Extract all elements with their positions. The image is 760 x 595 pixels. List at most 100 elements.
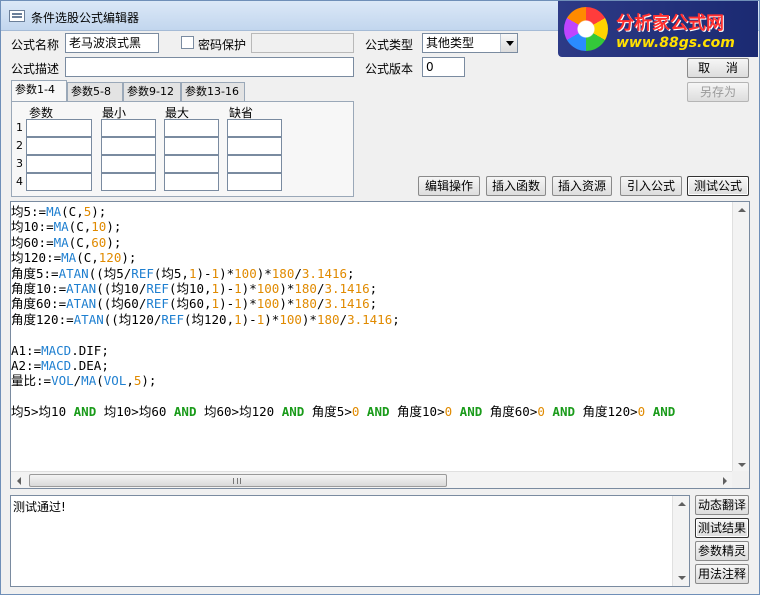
formula-name-input[interactable]: 老马波浪式黑 <box>65 33 159 53</box>
param-3-default-input[interactable] <box>227 155 282 173</box>
param-4-name-input[interactable] <box>26 173 92 191</box>
code-token: 3.1416 <box>347 311 393 327</box>
code-token: 100 <box>256 280 280 296</box>
window-title: 条件选股公式编辑器 <box>31 11 140 25</box>
code-line[interactable]: 均5>均10 AND 均10>均60 AND 均60>均120 AND 角度5>… <box>11 404 733 419</box>
chevron-down-icon[interactable] <box>500 34 517 52</box>
dynamic-translate-button[interactable]: 动态翻译 <box>695 495 749 515</box>
save-as-button[interactable]: 另存为 <box>687 82 749 102</box>
code-token: A1:= <box>11 342 42 358</box>
cancel-button[interactable]: 取 消 <box>687 58 749 78</box>
code-line[interactable]: A1:=MACD.DIF; <box>11 343 733 358</box>
code-line[interactable]: 角度120:=ATAN((均120/REF(均120,1)-1)*100)*18… <box>11 312 733 327</box>
param-2-max-input[interactable] <box>164 137 219 155</box>
code-token: ((均120/ <box>103 311 162 327</box>
code-line[interactable]: 量比:=VOL/MA(VOL,5); <box>11 373 733 388</box>
code-token: 3.1416 <box>324 296 370 312</box>
code-token: REF <box>146 296 169 312</box>
code-token: ); <box>141 373 157 389</box>
code-content[interactable]: 均5:=MA(C,5); 均10:=MA(C,10); 均60:=MA(C,60);… <box>11 204 733 470</box>
code-token: (均10, <box>168 280 212 296</box>
param-wizard-button[interactable]: 参数精灵 <box>695 541 749 561</box>
code-line[interactable]: 角度60:=ATAN((均60/REF(均60,1)-1)*100)*180/3… <box>11 296 733 311</box>
test-output-text: 测试通过! <box>13 500 66 514</box>
formula-type-value: 其他类型 <box>426 36 475 50</box>
usage-notes-button[interactable]: 用法注释 <box>695 564 749 584</box>
insert-function-button[interactable]: 插入函数 <box>486 176 546 196</box>
scroll-up-icon[interactable] <box>673 496 690 513</box>
code-line[interactable] <box>11 327 733 342</box>
param-3-min-input[interactable] <box>101 155 156 173</box>
formula-editor-window: 条件选股公式编辑器 分析家公式网 www.88gs.com 公式名称 老马波浪式… <box>0 0 760 595</box>
param-3-name-input[interactable] <box>26 155 92 173</box>
scroll-left-icon[interactable] <box>11 472 28 488</box>
param-1-name-input[interactable] <box>26 119 92 137</box>
code-token: 0 <box>537 404 545 420</box>
code-token: )- <box>219 280 235 296</box>
code-token: ATAN <box>58 265 89 281</box>
horizontal-scroll-thumb[interactable] <box>29 474 447 487</box>
import-formula-button[interactable]: 引入公式 <box>620 176 682 196</box>
password-input[interactable] <box>251 33 354 53</box>
param-3-max-input[interactable] <box>164 155 219 173</box>
code-token: AND <box>645 404 676 420</box>
code-token: )* <box>301 311 317 327</box>
code-token: )* <box>241 280 257 296</box>
code-token: 均60>均120 <box>196 404 282 420</box>
tab-params-9-12[interactable]: 参数9-12 <box>123 82 181 101</box>
code-line[interactable]: 均60:=MA(C,60); <box>11 235 733 250</box>
code-token: MACD <box>41 357 72 373</box>
code-line[interactable]: 均120:=MA(C,120); <box>11 250 733 265</box>
param-4-min-input[interactable] <box>101 173 156 191</box>
code-token: MA <box>81 373 97 389</box>
tab-params-5-8[interactable]: 参数5-8 <box>67 82 123 101</box>
edit-operations-button[interactable]: 编辑操作 <box>418 176 480 196</box>
code-token: REF <box>161 311 184 327</box>
code-token: (C, <box>68 219 92 235</box>
test-result-button[interactable]: 测试结果 <box>695 518 749 538</box>
insert-resource-button[interactable]: 插入资源 <box>552 176 612 196</box>
tab-params-13-16[interactable]: 参数13-16 <box>181 82 245 101</box>
param-2-name-input[interactable] <box>26 137 92 155</box>
scroll-up-icon[interactable] <box>733 202 749 219</box>
code-token: ((均10/ <box>96 280 147 296</box>
code-token: ATAN <box>66 280 97 296</box>
code-line[interactable]: 均5:=MA(C,5); <box>11 204 733 219</box>
tab-params-1-4[interactable]: 参数1-4 <box>11 80 67 102</box>
code-line[interactable]: 角度10:=ATAN((均10/REF(均10,1)-1)*100)*180/3… <box>11 281 733 296</box>
param-2-min-input[interactable] <box>101 137 156 155</box>
formula-type-select[interactable]: 其他类型 <box>422 33 518 53</box>
code-token: (均60, <box>168 296 212 312</box>
formula-version-input[interactable]: 0 <box>422 57 465 77</box>
code-token: 角度60:= <box>11 296 67 312</box>
password-checkbox[interactable] <box>181 36 194 49</box>
param-panel: 参数 最小 最大 缺省 1 2 3 4 <box>11 101 354 197</box>
test-formula-button[interactable]: 测试公式 <box>687 176 749 196</box>
scroll-down-icon[interactable] <box>673 569 690 586</box>
code-line[interactable]: A2:=MACD.DEA; <box>11 358 733 373</box>
param-4-max-input[interactable] <box>164 173 219 191</box>
code-token: MA <box>53 234 69 250</box>
output-vertical-scrollbar[interactable] <box>672 496 689 586</box>
formula-code-editor[interactable]: 均5:=MA(C,5); 均10:=MA(C,10); 均60:=MA(C,60);… <box>10 201 750 489</box>
param-1-max-input[interactable] <box>164 119 219 137</box>
param-1-default-input[interactable] <box>227 119 282 137</box>
test-output-panel[interactable]: 测试通过! <box>10 495 690 587</box>
code-token: AND <box>359 404 390 420</box>
code-line[interactable]: 角度5:=ATAN((均5/REF(均5,1)-1)*100)*180/3.14… <box>11 266 733 281</box>
code-line[interactable] <box>11 389 733 404</box>
param-4-default-input[interactable] <box>227 173 282 191</box>
editor-horizontal-scrollbar[interactable] <box>11 471 733 488</box>
editor-vertical-scrollbar[interactable] <box>732 202 749 473</box>
code-token: 量比:= <box>11 373 52 389</box>
formula-desc-label: 公式描述 <box>11 62 60 76</box>
code-token: 0 <box>444 404 453 420</box>
code-line[interactable]: 均10:=MA(C,10); <box>11 219 733 234</box>
param-2-default-input[interactable] <box>227 137 282 155</box>
code-token: 角度120:= <box>11 311 74 327</box>
code-token: (C, <box>76 250 99 266</box>
param-1-min-input[interactable] <box>101 119 156 137</box>
formula-name-label: 公式名称 <box>11 38 60 52</box>
scroll-right-icon[interactable] <box>716 472 733 488</box>
formula-desc-input[interactable] <box>65 57 354 77</box>
